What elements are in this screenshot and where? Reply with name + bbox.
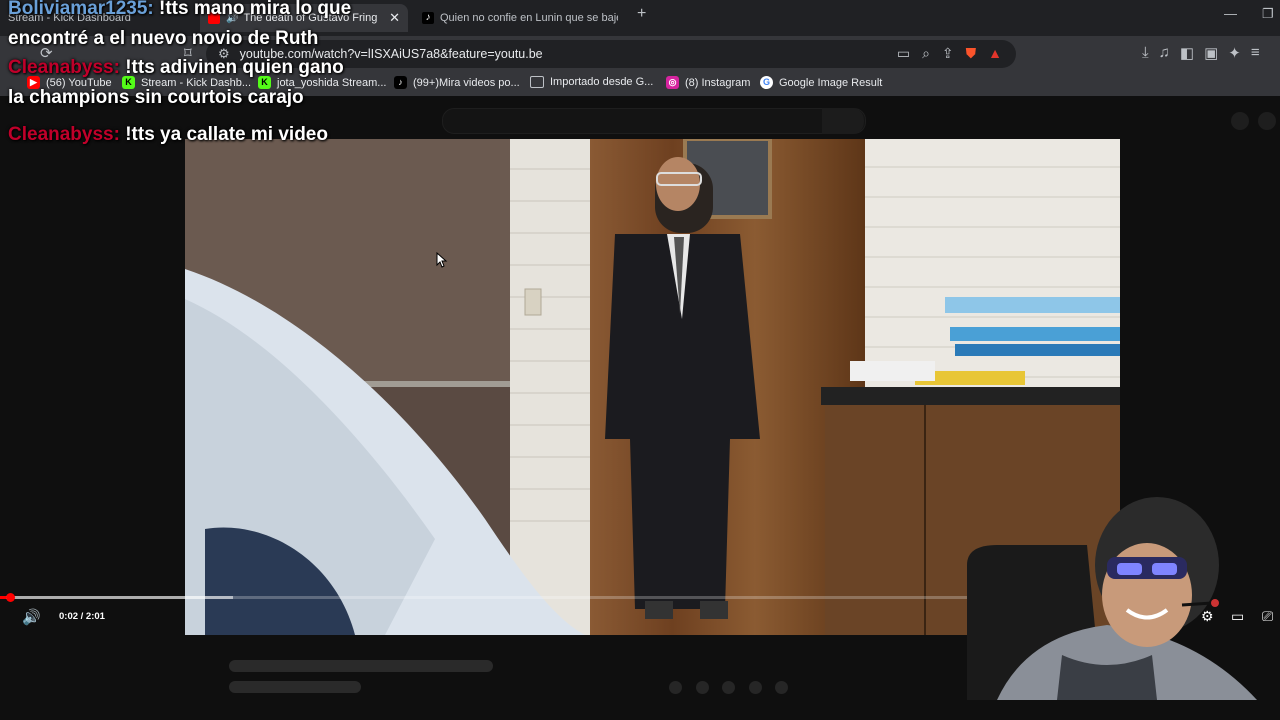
chat-message: Cleanabyss: !tts ya callate mi video [8,120,358,150]
account-avatar[interactable] [1258,112,1276,130]
streamer-webcam [967,497,1257,700]
omnibox-icons: ▭ ⌕ ⇪ ⛊ ▲ [897,45,1002,62]
maximize-icon[interactable]: ❐ [1262,6,1274,22]
tab-title: Quien no confie en Lunin que se baje [440,12,618,24]
bookmark-instagram[interactable]: ◎ (8) Instagram [666,76,750,89]
bookmark-google-image[interactable]: G Google Image Result [760,76,882,89]
bookmark-label: (99+)Mira videos po... [413,76,520,89]
folder-icon [530,76,544,88]
download-icon[interactable]: ⤓ [1142,44,1149,62]
notifications-icon[interactable] [1231,112,1249,130]
youtube-search-button[interactable] [822,108,864,134]
bookmark-folder-imported[interactable]: Importado desde G... [530,76,653,88]
chat-username: Cleanabyss: [8,124,120,145]
bookmark-label: (8) Instagram [685,76,751,89]
mouse-cursor-icon [436,252,448,268]
progress-bar[interactable] [0,593,970,602]
new-tab-button[interactable]: + [637,5,646,23]
media-icon[interactable]: ♫ [1159,44,1170,62]
wallet-icon[interactable]: ▣ [1204,44,1218,62]
scrubber-handle[interactable] [5,593,15,602]
tab-tiktok[interactable]: ♪ Quien no confie en Lunin que se baje [414,4,624,32]
stream-chat-overlay: Boliviamar1235: !tts mano mira lo que en… [8,0,358,150]
time-display: 0:02 / 2:01 [59,611,105,622]
chat-message: Cleanabyss: !tts adivinen quien gano la … [8,53,358,112]
minimize-icon[interactable]: — [1224,6,1237,21]
close-icon[interactable]: ✕ [389,10,400,26]
instagram-icon: ◎ [666,76,679,89]
chat-message: Boliviamar1235: !tts mano mira lo que en… [8,0,358,53]
bookmark-label: Google Image Result [779,76,883,89]
action-placeholder [722,681,735,694]
google-icon: G [760,76,773,89]
tiktok-icon: ♪ [394,76,407,89]
title-placeholder [229,660,493,672]
leo-icon[interactable]: ✦ [1228,44,1241,62]
toolbar-actions: ⤓ ♫ ◧ ▣ ✦ ≡ [1142,44,1260,62]
buffer-bar [0,596,233,599]
brave-shield-icon[interactable]: ⛊ [966,45,977,62]
action-placeholder [669,681,682,694]
chat-text: !tts ya callate mi video [125,124,328,145]
menu-icon[interactable]: ≡ [1251,44,1260,62]
chat-username: Cleanabyss: [8,57,120,78]
zoom-icon[interactable]: ⌕ [922,45,930,62]
volume-icon[interactable]: 🔊 [22,608,41,626]
chat-username: Boliviamar1235: [8,0,154,19]
sidebar-icon[interactable]: ◧ [1180,44,1194,62]
share-icon[interactable]: ⇪ [942,45,954,62]
action-placeholder [696,681,709,694]
tiktok-icon: ♪ [422,12,434,24]
brave-rewards-icon[interactable]: ▲ [988,45,1002,62]
youtube-search-input[interactable] [442,108,866,134]
action-placeholder [749,681,762,694]
action-placeholder [775,681,788,694]
bookmark-label: Importado desde G... [550,76,654,88]
bookmark-tiktok[interactable]: ♪ (99+)Mira videos po... [394,76,520,89]
channel-placeholder [229,681,361,693]
install-app-icon[interactable]: ▭ [897,45,910,62]
